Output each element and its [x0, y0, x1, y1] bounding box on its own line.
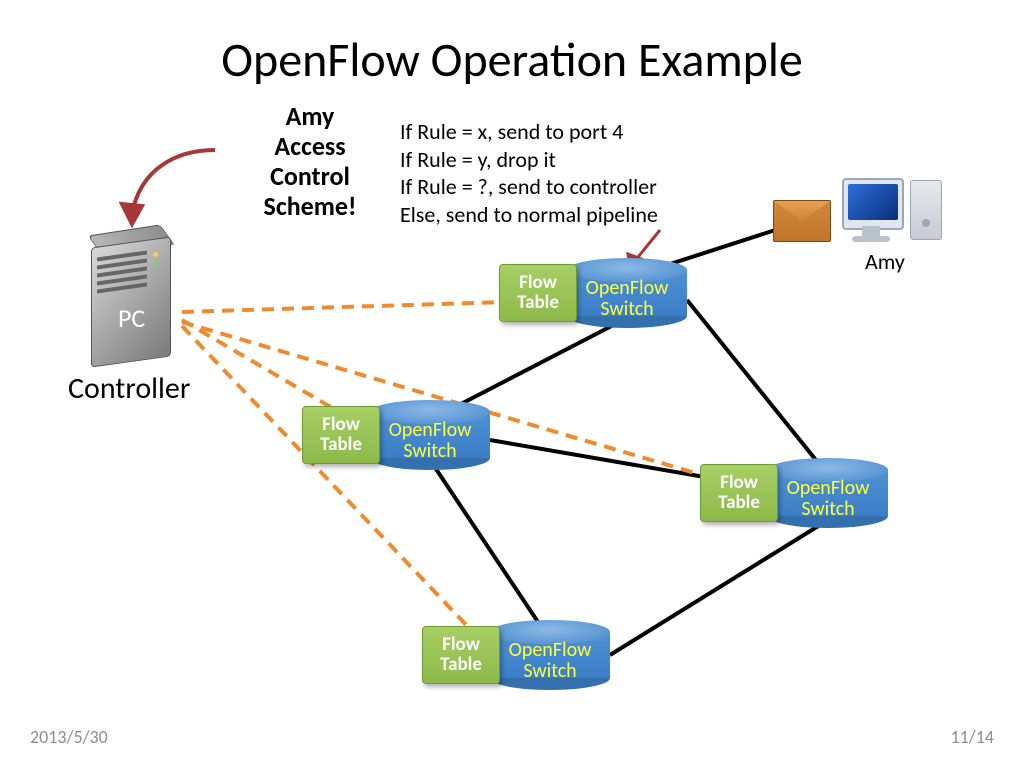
switch-label: OpenFlowSwitch — [768, 478, 888, 520]
controller-caption: Controller — [68, 370, 190, 407]
flow-table: FlowTable — [422, 626, 500, 684]
envelope-icon — [773, 200, 831, 242]
footer-page: 11/14 — [951, 726, 994, 748]
switch-label: OpenFlowSwitch — [490, 640, 610, 682]
monitor-stand — [862, 226, 880, 236]
footer-date: 2013/5/30 — [30, 726, 108, 748]
flow-table: FlowTable — [700, 464, 778, 522]
flow-table: FlowTable — [499, 264, 577, 322]
callout-amy-scheme: AmyAccessControlScheme! — [210, 102, 410, 222]
controller-box-label: PC — [118, 302, 145, 334]
openflow-switch: OpenFlowSwitch — [490, 620, 610, 690]
openflow-switch: OpenFlowSwitch — [768, 458, 888, 528]
monitor-icon — [842, 178, 904, 230]
monitor-base — [852, 236, 890, 242]
openflow-switch: OpenFlowSwitch — [370, 400, 490, 470]
client-name: Amy — [865, 248, 905, 275]
switch-label: OpenFlowSwitch — [370, 420, 490, 462]
switch-label: OpenFlowSwitch — [567, 278, 687, 320]
server-icon — [85, 222, 183, 368]
pc-tower-icon — [910, 180, 942, 240]
flow-table: FlowTable — [302, 406, 380, 464]
slide-title: OpenFlow Operation Example — [0, 30, 1024, 89]
rules-text: If Rule = x, send to port 4If Rule = y, … — [400, 118, 658, 228]
openflow-switch: OpenFlowSwitch — [567, 258, 687, 328]
